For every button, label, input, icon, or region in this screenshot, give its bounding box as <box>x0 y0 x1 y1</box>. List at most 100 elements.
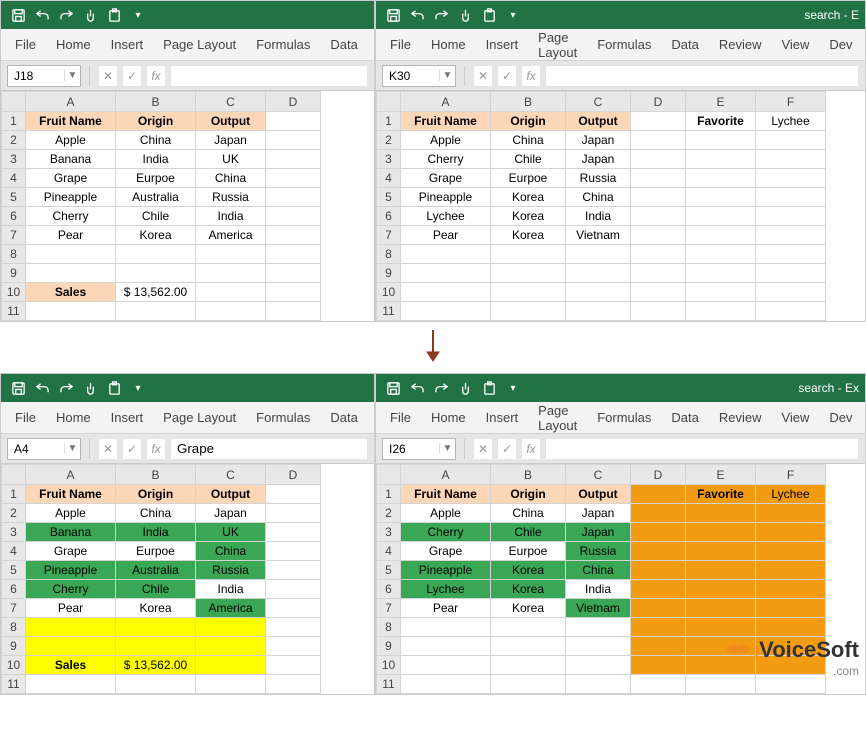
cell-E5[interactable] <box>686 188 756 207</box>
cell-C6[interactable]: India <box>196 207 266 226</box>
save-icon[interactable] <box>7 4 29 26</box>
cell-A8[interactable] <box>26 618 116 637</box>
cell-C5[interactable]: China <box>566 188 631 207</box>
cell-B6[interactable]: Korea <box>491 580 566 599</box>
row-header-2[interactable]: 2 <box>2 504 26 523</box>
ribbon-tab-data[interactable]: Data <box>320 403 367 432</box>
cell-E3[interactable] <box>686 523 756 542</box>
enter-icon[interactable]: ✓ <box>122 65 142 87</box>
cell-D8[interactable] <box>631 245 686 264</box>
cell-C9[interactable] <box>566 637 631 656</box>
cell-C11[interactable] <box>196 675 266 694</box>
row-header-9[interactable]: 9 <box>2 264 26 283</box>
cell-F4[interactable] <box>756 169 826 188</box>
cell-C3[interactable]: UK <box>196 523 266 542</box>
fx-icon[interactable]: fx <box>146 65 166 87</box>
cell-D7[interactable] <box>266 599 321 618</box>
cell-B7[interactable]: Korea <box>116 226 196 245</box>
cell-C5[interactable]: Russia <box>196 561 266 580</box>
cell-C3[interactable]: UK <box>196 150 266 169</box>
cell-B9[interactable] <box>116 637 196 656</box>
cell-D11[interactable] <box>266 302 321 321</box>
cell-E6[interactable] <box>686 207 756 226</box>
col-header-A[interactable]: A <box>401 92 491 112</box>
col-header-D[interactable]: D <box>266 92 321 112</box>
cell-A2[interactable]: Apple <box>26 131 116 150</box>
redo-icon[interactable] <box>430 4 452 26</box>
ribbon-tab-insert[interactable]: Insert <box>476 403 529 432</box>
ribbon-tab-file[interactable]: File <box>380 403 421 432</box>
ribbon-tab-dev[interactable]: Dev <box>819 30 862 59</box>
cell-A11[interactable] <box>26 675 116 694</box>
save-icon[interactable] <box>382 4 404 26</box>
touch-icon[interactable] <box>79 4 101 26</box>
cell-A1[interactable]: Fruit Name <box>401 112 491 131</box>
cell-D5[interactable] <box>631 188 686 207</box>
cell-A4[interactable]: Grape <box>401 169 491 188</box>
name-box-input[interactable] <box>383 69 439 83</box>
cell-B5[interactable]: Australia <box>116 561 196 580</box>
undo-icon[interactable] <box>31 377 53 399</box>
cell-B11[interactable] <box>491 302 566 321</box>
cell-A2[interactable]: Apple <box>26 504 116 523</box>
worksheet[interactable]: ABCD1Fruit NameOriginOutput2AppleChinaJa… <box>1 91 374 321</box>
cell-E4[interactable] <box>686 542 756 561</box>
cell-B5[interactable]: Australia <box>116 188 196 207</box>
ribbon-tab-page-layout[interactable]: Page Layout <box>153 30 246 59</box>
cell-D1[interactable] <box>631 485 686 504</box>
cell-B11[interactable] <box>116 302 196 321</box>
cell-E11[interactable] <box>686 302 756 321</box>
cell-A3[interactable]: Banana <box>26 523 116 542</box>
cell-A1[interactable]: Fruit Name <box>26 485 116 504</box>
cell-C10[interactable] <box>566 656 631 675</box>
qat-more-icon[interactable]: ▾ <box>127 377 149 399</box>
cell-A2[interactable]: Apple <box>401 504 491 523</box>
cell-B4[interactable]: Eurpoe <box>116 542 196 561</box>
cell-E7[interactable] <box>686 226 756 245</box>
cell-B8[interactable] <box>491 245 566 264</box>
cell-D7[interactable] <box>631 226 686 245</box>
ribbon-tab-insert[interactable]: Insert <box>101 30 154 59</box>
cell-A11[interactable] <box>401 302 491 321</box>
cell-D6[interactable] <box>266 580 321 599</box>
redo-icon[interactable] <box>430 377 452 399</box>
cell-D4[interactable] <box>631 169 686 188</box>
col-header-D[interactable]: D <box>631 465 686 485</box>
cell-D2[interactable] <box>266 131 321 150</box>
cell-E5[interactable] <box>686 561 756 580</box>
cell-C8[interactable] <box>566 245 631 264</box>
cell-A4[interactable]: Grape <box>401 542 491 561</box>
ribbon-tab-data[interactable]: Data <box>320 30 367 59</box>
cell-C8[interactable] <box>566 618 631 637</box>
touch-icon[interactable] <box>454 4 476 26</box>
cell-E4[interactable] <box>686 169 756 188</box>
cell-A5[interactable]: Pineapple <box>401 561 491 580</box>
cell-E1[interactable]: Favorite <box>686 485 756 504</box>
col-header-B[interactable]: B <box>116 92 196 112</box>
cell-A8[interactable] <box>26 245 116 264</box>
ribbon-tab-dev[interactable]: Dev <box>819 403 862 432</box>
cell-A1[interactable]: Fruit Name <box>26 112 116 131</box>
row-header-6[interactable]: 6 <box>2 580 26 599</box>
cell-D10[interactable] <box>631 283 686 302</box>
col-header-D[interactable]: D <box>266 465 321 485</box>
row-header-6[interactable]: 6 <box>377 207 401 226</box>
name-box[interactable]: ▼ <box>382 65 456 87</box>
cell-D9[interactable] <box>631 637 686 656</box>
cell-D1[interactable] <box>266 112 321 131</box>
cell-C1[interactable]: Output <box>196 112 266 131</box>
cancel-icon[interactable]: ✕ <box>98 65 118 87</box>
cell-C8[interactable] <box>196 618 266 637</box>
cell-B6[interactable]: Chile <box>116 207 196 226</box>
cell-D5[interactable] <box>266 561 321 580</box>
cell-D5[interactable] <box>631 561 686 580</box>
cell-A3[interactable]: Banana <box>26 150 116 169</box>
row-header-3[interactable]: 3 <box>2 150 26 169</box>
save-icon[interactable] <box>382 377 404 399</box>
cell-F5[interactable] <box>756 561 826 580</box>
cell-F1[interactable]: Lychee <box>756 112 826 131</box>
cell-A8[interactable] <box>401 618 491 637</box>
cell-C7[interactable]: America <box>196 226 266 245</box>
cell-C4[interactable]: Russia <box>566 169 631 188</box>
select-all-corner[interactable] <box>377 92 401 112</box>
